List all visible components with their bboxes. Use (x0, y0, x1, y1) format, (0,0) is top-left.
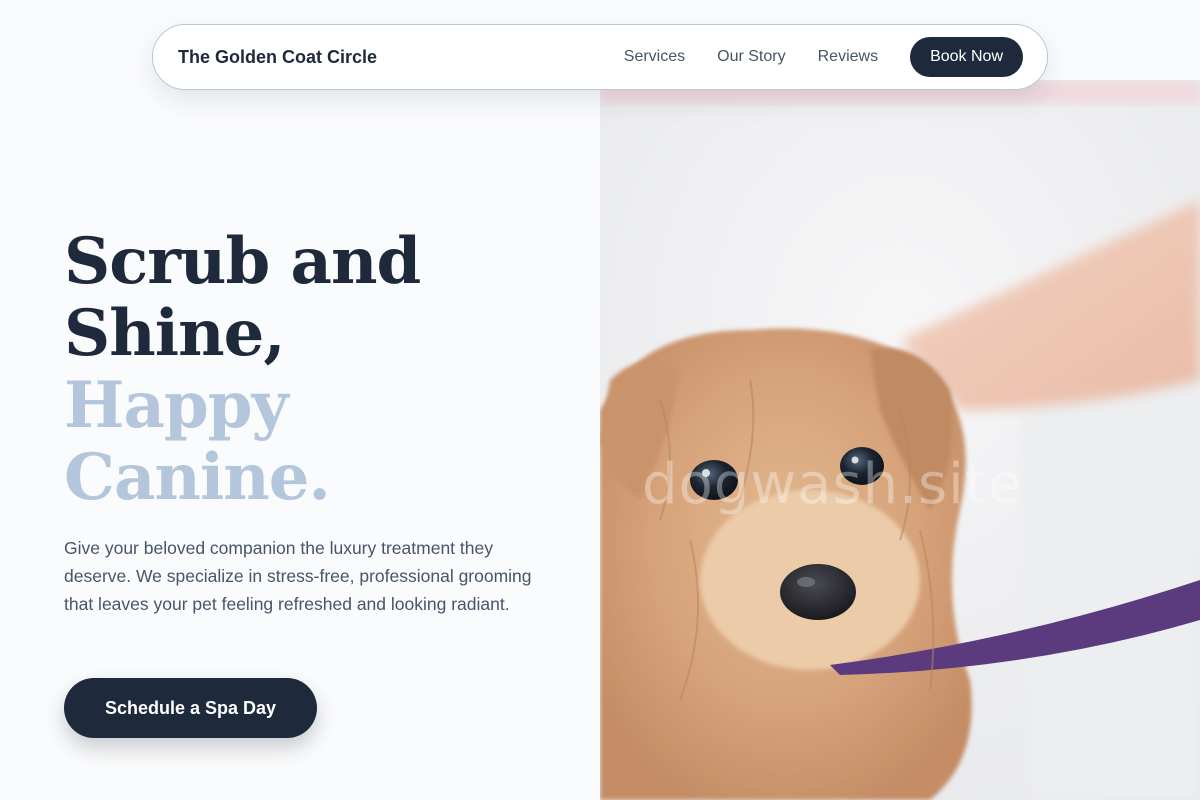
watermark-text: dogwash.site (642, 452, 1024, 517)
top-nav: The Golden Coat Circle Services Our Stor… (152, 24, 1048, 90)
hero-heading: Scrub and Shine, Happy Canine. (64, 224, 421, 515)
hero-heading-line-4: Canine. (64, 440, 331, 515)
nav-link-reviews[interactable]: Reviews (818, 48, 878, 66)
nav-link-our-story[interactable]: Our Story (717, 48, 785, 66)
hero-heading-line-1: Scrub and (64, 224, 421, 299)
hero-heading-line-2: Shine, (64, 296, 286, 371)
brand-logo[interactable]: The Golden Coat Circle (178, 47, 624, 68)
hero-image: dogwash.site (600, 80, 1200, 800)
nav-link-services[interactable]: Services (624, 48, 685, 66)
nav-links: Services Our Story Reviews (624, 48, 878, 66)
book-now-button[interactable]: Book Now (910, 37, 1023, 77)
schedule-spa-day-button[interactable]: Schedule a Spa Day (64, 678, 317, 738)
hero-heading-line-3: Happy (64, 368, 289, 443)
hero-description: Give your beloved companion the luxury t… (64, 538, 532, 614)
